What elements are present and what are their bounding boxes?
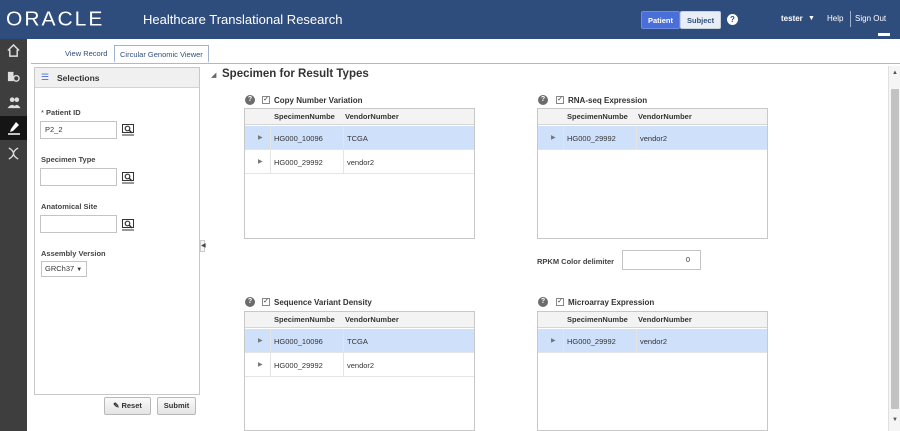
column-header-specimen[interactable]: SpecimenNumbe bbox=[274, 315, 335, 324]
expand-row-icon[interactable]: ▶ bbox=[551, 337, 556, 344]
people-icon[interactable] bbox=[0, 91, 27, 115]
help-question-icon[interactable]: ? bbox=[245, 297, 255, 307]
copy-number-checkbox[interactable]: ✓ bbox=[262, 96, 270, 104]
sequence-variant-grid: SpecimenNumbe VendorNumber ▶ HG000_10096… bbox=[244, 311, 475, 431]
rpkm-label: RPKM Color delimiter bbox=[537, 257, 615, 266]
grid-header: SpecimenNumbe VendorNumber bbox=[538, 312, 767, 328]
subject-toggle-button[interactable]: Subject bbox=[680, 11, 722, 29]
anatomical-site-label: Anatomical Site bbox=[41, 202, 98, 211]
expand-row-icon[interactable]: ▶ bbox=[258, 134, 263, 141]
sequence-variant-checkbox[interactable]: ✓ bbox=[262, 298, 270, 306]
search-icon[interactable] bbox=[122, 124, 134, 136]
app-title: Healthcare Translational Research bbox=[143, 12, 343, 27]
copy-number-title: Copy Number Variation bbox=[274, 96, 363, 105]
anatomical-site-field[interactable] bbox=[40, 215, 117, 233]
submit-button[interactable]: Submit bbox=[157, 397, 196, 415]
selections-title: Selections bbox=[57, 73, 100, 83]
list-icon: ☰ bbox=[41, 72, 50, 82]
selections-panel: ☰ Selections * Patient ID P2_2 Specimen … bbox=[34, 67, 200, 395]
patient-toggle-button[interactable]: Patient bbox=[641, 11, 681, 29]
grid-header: SpecimenNumbe VendorNumber bbox=[245, 312, 474, 328]
table-row[interactable]: ▶ HG000_29992 vendor2 bbox=[538, 126, 767, 150]
tab-circular-genomic-viewer[interactable]: Circular Genomic Viewer bbox=[114, 45, 209, 63]
scrollbar-thumb[interactable] bbox=[891, 89, 899, 409]
table-row[interactable]: ▶ HG000_29992 vendor2 bbox=[538, 329, 767, 353]
header-divider bbox=[850, 11, 851, 27]
grid-header: SpecimenNumbe VendorNumber bbox=[538, 109, 767, 125]
microarray-title: Microarray Expression bbox=[568, 298, 655, 307]
help-link[interactable]: Help bbox=[827, 14, 843, 23]
search-icon[interactable] bbox=[122, 219, 134, 231]
microarray-grid: SpecimenNumbe VendorNumber ▶ HG000_29992… bbox=[537, 311, 768, 431]
vertical-scrollbar[interactable]: ▲ ▼ bbox=[888, 66, 900, 431]
column-header-vendor[interactable]: VendorNumber bbox=[345, 315, 399, 324]
help-question-icon[interactable]: ? bbox=[538, 95, 548, 105]
user-menu[interactable]: tester bbox=[781, 14, 803, 23]
minimize-icon[interactable] bbox=[878, 33, 890, 36]
column-header-vendor[interactable]: VendorNumber bbox=[345, 112, 399, 121]
collapse-panel-handle[interactable]: ◀ bbox=[200, 240, 206, 252]
table-row[interactable]: ▶ HG000_10096 TCGA bbox=[245, 126, 474, 150]
copy-number-grid: SpecimenNumbe VendorNumber ▶ HG000_10096… bbox=[244, 108, 475, 239]
section-collapse-icon[interactable]: ◢ bbox=[211, 71, 216, 79]
expand-row-icon[interactable]: ▶ bbox=[258, 337, 263, 344]
expand-row-icon[interactable]: ▶ bbox=[551, 134, 556, 141]
grid-header: SpecimenNumbe VendorNumber bbox=[245, 109, 474, 125]
sequence-variant-title: Sequence Variant Density bbox=[274, 298, 372, 307]
specimen-type-label: Specimen Type bbox=[41, 155, 96, 164]
left-nav-rail bbox=[0, 39, 27, 431]
assembly-version-select[interactable]: GRCh37 ▼ bbox=[41, 261, 87, 277]
scroll-down-icon[interactable]: ▼ bbox=[892, 417, 898, 423]
expand-row-icon[interactable]: ▶ bbox=[258, 158, 263, 165]
column-header-vendor[interactable]: VendorNumber bbox=[638, 112, 692, 121]
section-title: Specimen for Result Types bbox=[222, 68, 369, 80]
cohort-icon[interactable] bbox=[0, 65, 27, 89]
chevron-down-icon[interactable]: ▼ bbox=[808, 15, 815, 22]
rpkm-color-delimiter-input[interactable]: 0 bbox=[622, 250, 701, 270]
chevron-down-icon: ▼ bbox=[76, 267, 83, 273]
rna-seq-checkbox[interactable]: ✓ bbox=[556, 96, 564, 104]
oracle-logo: ORACLE bbox=[6, 8, 105, 31]
eraser-icon: ✎ bbox=[113, 401, 120, 410]
patient-id-label: * Patient ID bbox=[41, 108, 81, 117]
sign-out-link[interactable]: Sign Out bbox=[855, 14, 886, 23]
tab-view-record[interactable]: View Record bbox=[60, 45, 112, 63]
table-row[interactable]: ▶ HG000_29992 vendor2 bbox=[245, 353, 474, 377]
dna-icon[interactable] bbox=[0, 142, 27, 166]
help-question-icon[interactable]: ? bbox=[245, 95, 255, 105]
table-row[interactable]: ▶ HG000_29992 vendor2 bbox=[245, 150, 474, 174]
patient-id-field[interactable]: P2_2 bbox=[40, 121, 117, 139]
specimen-type-field[interactable] bbox=[40, 168, 117, 186]
app-header: ORACLE Healthcare Translational Research… bbox=[0, 0, 900, 39]
help-question-icon[interactable]: ? bbox=[727, 14, 738, 25]
selections-header: ☰ Selections bbox=[35, 68, 199, 88]
tab-underline bbox=[31, 63, 900, 64]
rna-seq-title: RNA-seq Expression bbox=[568, 96, 648, 105]
help-question-icon[interactable]: ? bbox=[538, 297, 548, 307]
genomic-viewer-icon[interactable] bbox=[0, 116, 27, 140]
column-header-vendor[interactable]: VendorNumber bbox=[638, 315, 692, 324]
microarray-checkbox[interactable]: ✓ bbox=[556, 298, 564, 306]
reset-button[interactable]: ✎ Reset bbox=[104, 397, 151, 415]
column-header-specimen[interactable]: SpecimenNumbe bbox=[567, 112, 628, 121]
search-icon[interactable] bbox=[122, 172, 134, 184]
rna-seq-grid: SpecimenNumbe VendorNumber ▶ HG000_29992… bbox=[537, 108, 768, 239]
expand-row-icon[interactable]: ▶ bbox=[258, 361, 263, 368]
assembly-version-label: Assembly Version bbox=[41, 249, 106, 258]
column-header-specimen[interactable]: SpecimenNumbe bbox=[567, 315, 628, 324]
scroll-up-icon[interactable]: ▲ bbox=[892, 70, 898, 76]
table-row[interactable]: ▶ HG000_10096 TCGA bbox=[245, 329, 474, 353]
tab-bar: View Record Circular Genomic Viewer bbox=[27, 39, 900, 63]
home-icon[interactable] bbox=[0, 39, 27, 63]
column-header-specimen[interactable]: SpecimenNumbe bbox=[274, 112, 335, 121]
